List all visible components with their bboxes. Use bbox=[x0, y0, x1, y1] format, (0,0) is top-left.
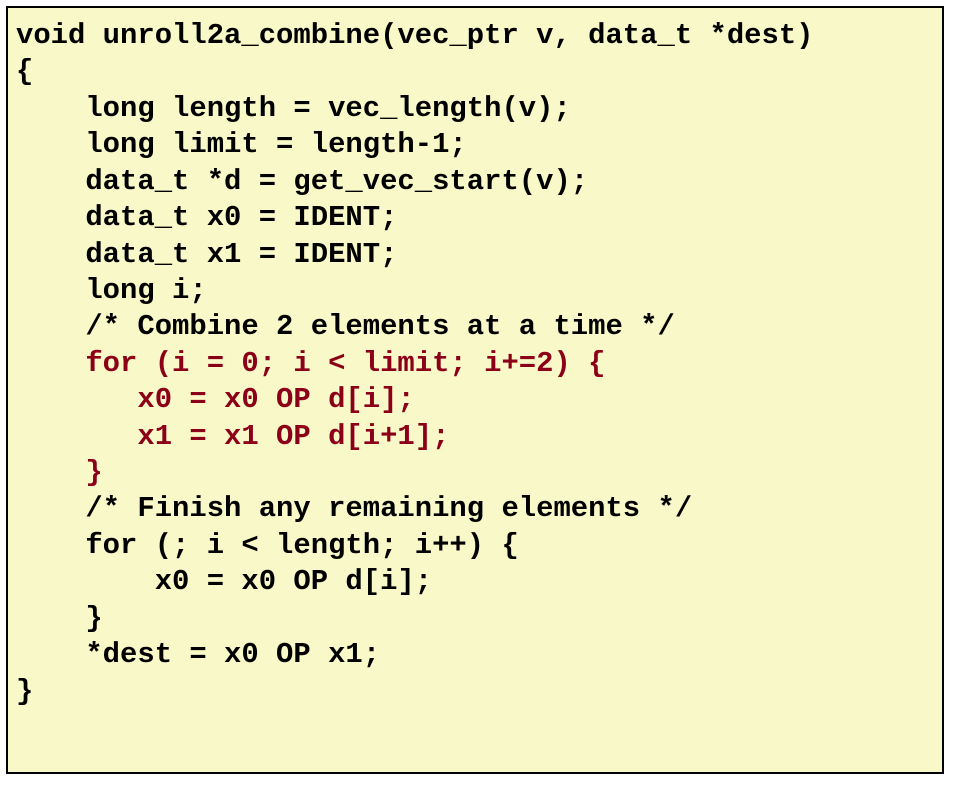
code-line: long limit = length-1; bbox=[16, 128, 467, 161]
code-block: void unroll2a_combine(vec_ptr v, data_t … bbox=[6, 6, 944, 774]
code-line: } bbox=[16, 602, 103, 635]
code-line: *dest = x0 OP x1; bbox=[16, 638, 380, 671]
code-line: void unroll2a_combine(vec_ptr v, data_t … bbox=[16, 19, 814, 52]
code-line: } bbox=[16, 675, 33, 708]
code-line: /* Combine 2 elements at a time */ bbox=[16, 310, 675, 343]
code-line: data_t *d = get_vec_start(v); bbox=[16, 165, 588, 198]
code-line-highlight: for (i = 0; i < limit; i+=2) { bbox=[16, 347, 605, 380]
code-line: long length = vec_length(v); bbox=[16, 92, 571, 125]
code-line: { bbox=[16, 55, 33, 88]
code-line: /* Finish any remaining elements */ bbox=[16, 492, 692, 525]
code-line-highlight: } bbox=[16, 456, 103, 489]
code-line: data_t x0 = IDENT; bbox=[16, 201, 397, 234]
code-line: long i; bbox=[16, 274, 207, 307]
code-line: x0 = x0 OP d[i]; bbox=[16, 565, 432, 598]
code-line-highlight: x0 = x0 OP d[i]; bbox=[16, 383, 415, 416]
code-line: data_t x1 = IDENT; bbox=[16, 238, 397, 271]
code-line: for (; i < length; i++) { bbox=[16, 529, 519, 562]
code-line-highlight: x1 = x1 OP d[i+1]; bbox=[16, 420, 449, 453]
